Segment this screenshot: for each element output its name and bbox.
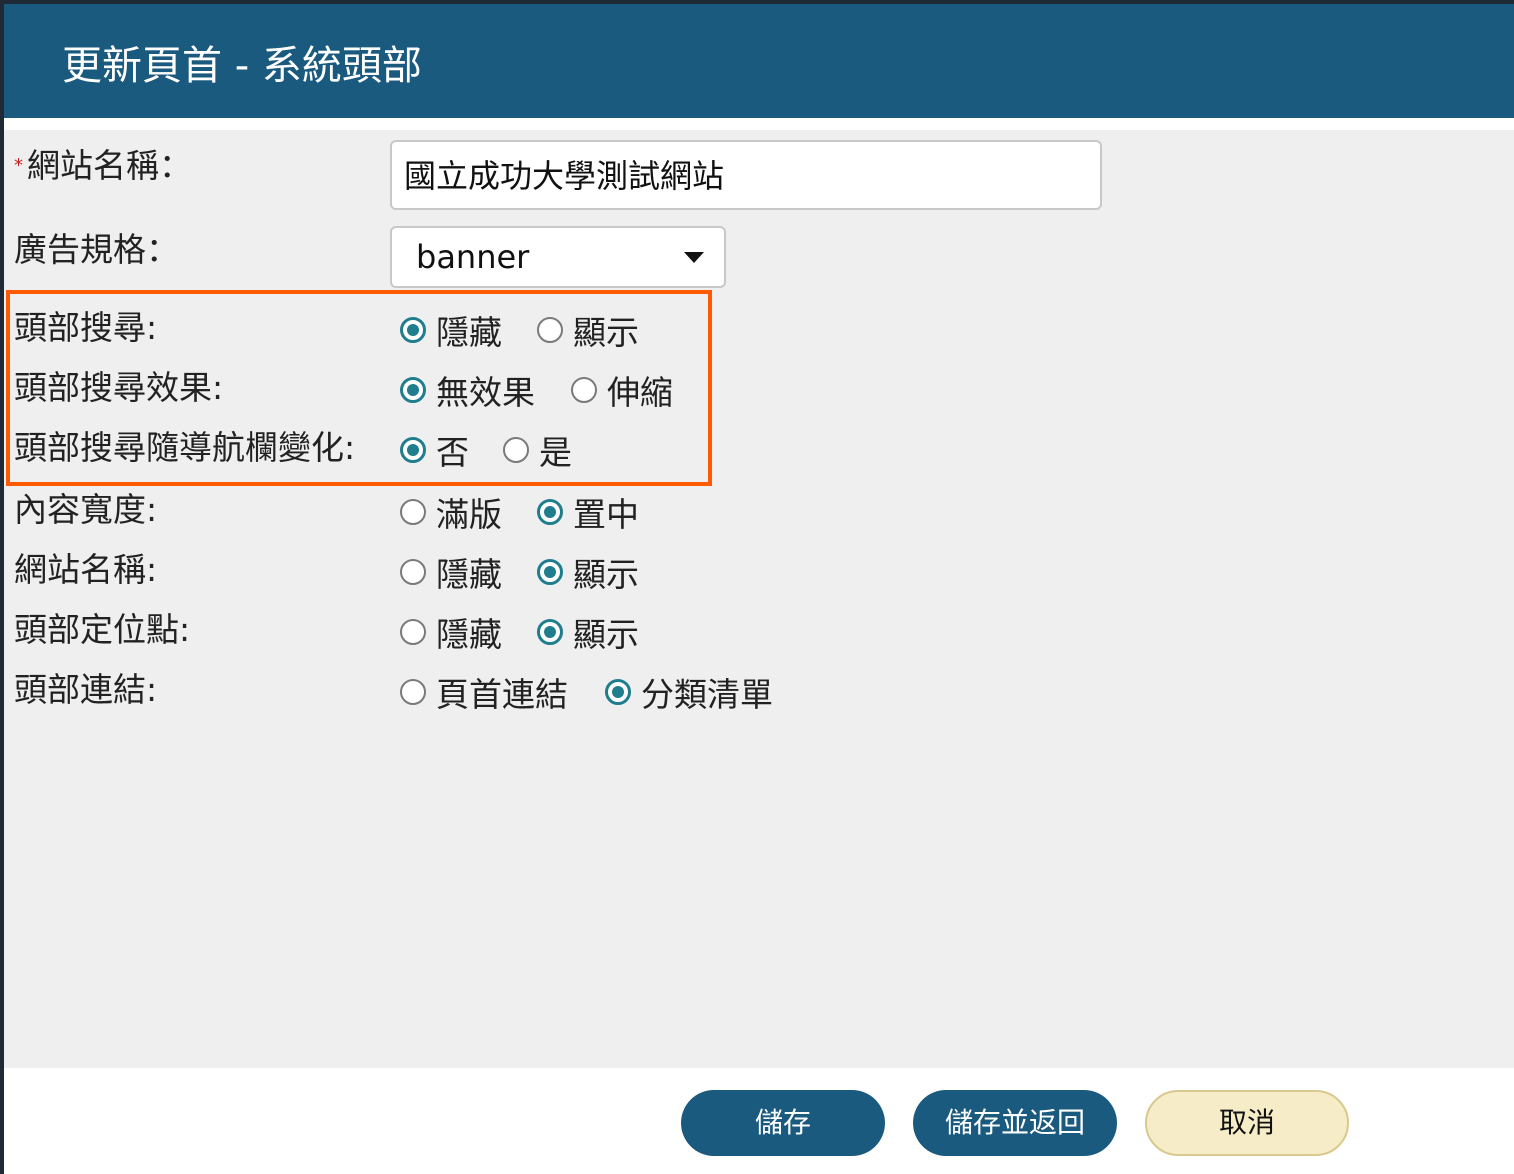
option-label: 是 — [539, 433, 572, 472]
save-and-return-button[interactable]: 儲存並返回 — [913, 1090, 1117, 1156]
dialog-title: 更新頁首 - 系統頭部 — [62, 43, 422, 89]
option-label: 否 — [436, 433, 469, 472]
radio-button[interactable] — [537, 499, 563, 525]
option-label: 隱藏 — [436, 615, 502, 654]
dialog-footer: 儲存 儲存並返回 取消 — [4, 1068, 1514, 1174]
option-label: 顯示 — [573, 555, 639, 594]
cancel-button[interactable]: 取消 — [1145, 1090, 1349, 1156]
option-label: 置中 — [573, 495, 639, 534]
required-mark: * — [14, 155, 23, 176]
dialog-titlebar: 更新頁首 - 系統頭部 — [4, 4, 1514, 118]
header-anchor-show-option[interactable]: 顯示 — [537, 608, 639, 656]
radio-button[interactable] — [400, 679, 426, 705]
header-search-effect-stretch-option[interactable]: 伸縮 — [571, 366, 673, 414]
header-anchor-hide-option[interactable]: 隱藏 — [400, 608, 502, 656]
option-label: 伸縮 — [607, 373, 673, 412]
radio-button[interactable] — [400, 437, 426, 463]
option-label: 顯示 — [573, 313, 639, 352]
ad-spec-select[interactable]: banner — [390, 226, 726, 288]
content-width-full-option[interactable]: 滿版 — [400, 488, 502, 536]
header-links-label: 頭部連結: — [14, 670, 158, 709]
header-search-nav-change-label: 頭部搜尋隨導航欄變化: — [14, 428, 356, 467]
site-name-label: * 網站名稱： — [14, 144, 192, 194]
chevron-down-icon — [684, 252, 704, 263]
radio-button[interactable] — [400, 619, 426, 645]
radio-button[interactable] — [400, 559, 426, 585]
radio-button[interactable] — [400, 377, 426, 403]
header-search-nav-change-no-option[interactable]: 否 — [400, 426, 469, 474]
radio-button[interactable] — [400, 499, 426, 525]
site-name-show-option[interactable]: 顯示 — [537, 548, 639, 596]
header-anchor-label: 頭部定位點: — [14, 610, 191, 649]
content-width-center-option[interactable]: 置中 — [537, 488, 639, 536]
radio-button[interactable] — [537, 559, 563, 585]
header-links-page-option[interactable]: 頁首連結 — [400, 668, 568, 716]
header-search-effect-label: 頭部搜尋效果: — [14, 368, 224, 407]
save-button[interactable]: 儲存 — [681, 1090, 885, 1156]
ad-spec-selected: banner — [416, 238, 530, 276]
option-label: 無效果 — [436, 373, 535, 412]
header-search-label: 頭部搜尋: — [14, 308, 158, 347]
radio-button[interactable] — [571, 377, 597, 403]
site-name-input[interactable]: 國立成功大學測試網站 — [390, 140, 1102, 210]
content-width-label: 內容寬度: — [14, 490, 158, 529]
option-label: 隱藏 — [436, 555, 502, 594]
dialog-window: 更新頁首 - 系統頭部 * 網站名稱： 國立成功大學測試網站 廣告規格： bann… — [4, 4, 1514, 1174]
site-name-hide-option[interactable]: 隱藏 — [400, 548, 502, 596]
radio-button[interactable] — [605, 679, 631, 705]
header-search-show-option[interactable]: 顯示 — [537, 306, 639, 354]
radio-button[interactable] — [537, 619, 563, 645]
form-body: * 網站名稱： 國立成功大學測試網站 廣告規格： banner 頭部搜尋: 隱藏 … — [4, 130, 1514, 1068]
option-label: 滿版 — [436, 495, 502, 534]
ad-spec-label: 廣告規格： — [14, 230, 179, 269]
site-name-label-text: 網站名稱： — [27, 146, 192, 185]
option-label: 分類清單 — [641, 675, 773, 714]
option-label: 隱藏 — [436, 313, 502, 352]
radio-button[interactable] — [503, 437, 529, 463]
site-name-display-label: 網站名稱: — [14, 550, 158, 589]
option-label: 顯示 — [573, 615, 639, 654]
radio-button[interactable] — [537, 317, 563, 343]
option-label: 頁首連結 — [436, 675, 568, 714]
header-search-hide-option[interactable]: 隱藏 — [400, 306, 502, 354]
header-search-nav-change-yes-option[interactable]: 是 — [503, 426, 572, 474]
header-search-effect-none-option[interactable]: 無效果 — [400, 366, 535, 414]
radio-button[interactable] — [400, 317, 426, 343]
header-links-category-option[interactable]: 分類清單 — [605, 668, 773, 716]
